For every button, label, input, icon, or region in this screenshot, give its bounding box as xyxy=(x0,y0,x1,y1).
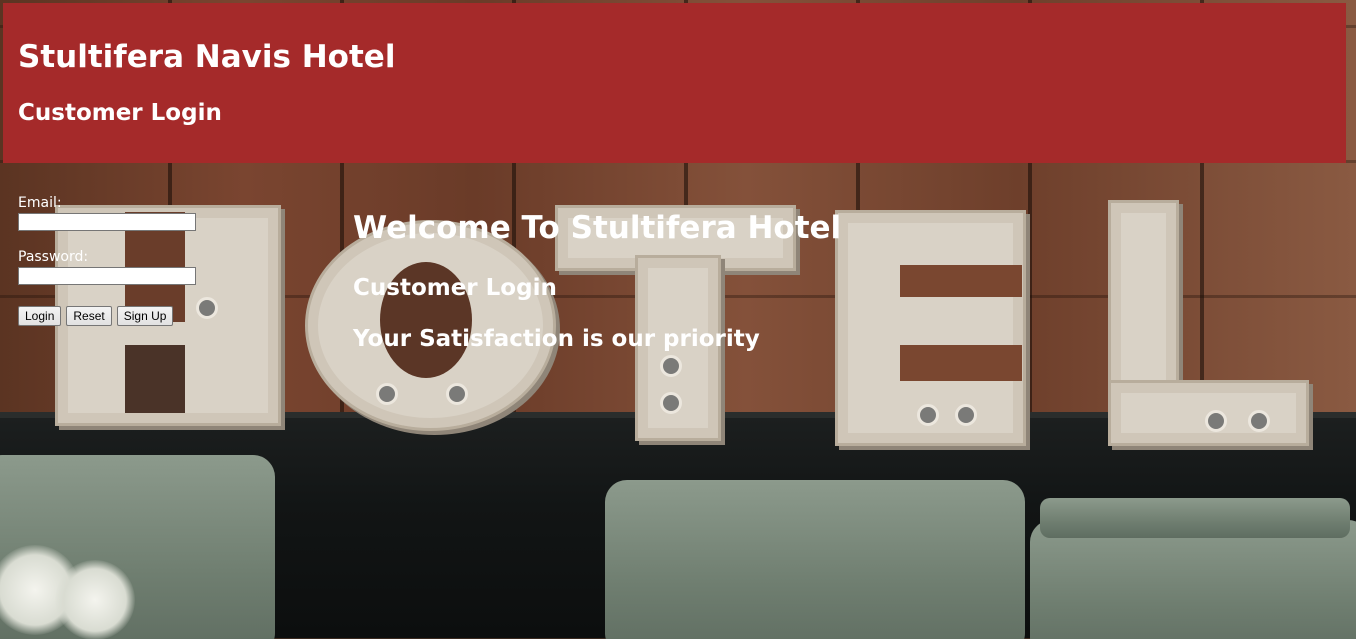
password-field[interactable] xyxy=(18,267,196,285)
sign-bulb xyxy=(1248,410,1270,432)
welcome-tagline: Your Satisfaction is our priority xyxy=(353,326,760,352)
sign-bulb xyxy=(660,392,682,414)
sign-letter-h-gap xyxy=(125,345,185,413)
sign-bulb xyxy=(955,404,977,426)
welcome-heading: Welcome To Stultifera Hotel xyxy=(353,210,842,246)
welcome-subheading: Customer Login xyxy=(353,275,557,301)
sofa-cushion xyxy=(605,480,1025,639)
reset-button[interactable]: Reset xyxy=(66,306,112,326)
login-form: Email: Password: Login Reset Sign Up xyxy=(18,195,218,326)
flower xyxy=(55,560,135,639)
sign-up-button[interactable]: Sign Up xyxy=(116,306,174,326)
welcome-section: Welcome To Stultifera Hotel Customer Log… xyxy=(353,207,841,354)
sign-bulb xyxy=(660,355,682,377)
header-banner: Stultifera Navis Hotel Customer Login xyxy=(3,3,1346,163)
form-button-row: Login Reset Sign Up xyxy=(18,306,218,326)
password-label: Password: xyxy=(18,249,89,265)
sign-letter-e-gap xyxy=(900,345,1022,381)
sign-bulb xyxy=(1205,410,1227,432)
page: Stultifera Navis Hotel Customer Login Em… xyxy=(0,0,1356,639)
email-field[interactable] xyxy=(18,213,196,231)
site-title: Stultifera Navis Hotel xyxy=(18,39,396,75)
login-button[interactable]: Login xyxy=(18,306,62,326)
sign-bulb xyxy=(917,404,939,426)
sign-bulb xyxy=(446,383,468,405)
sign-bulb xyxy=(376,383,398,405)
sign-letter-e-gap xyxy=(900,265,1022,297)
email-label: Email: xyxy=(18,195,62,211)
site-subtitle: Customer Login xyxy=(18,100,222,126)
sofa-back xyxy=(1040,498,1350,538)
